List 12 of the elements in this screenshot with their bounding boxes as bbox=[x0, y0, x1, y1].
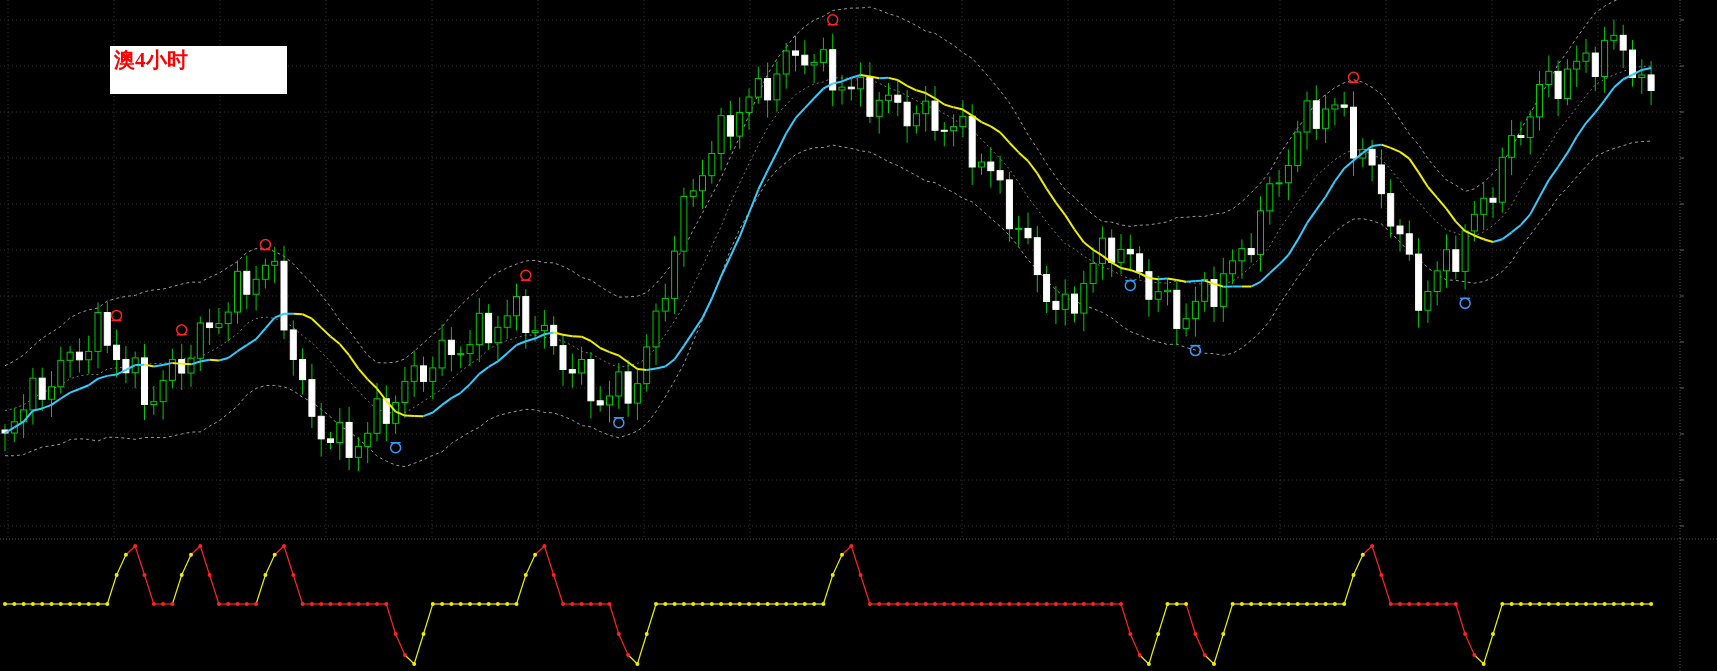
signal-marker-icon bbox=[1459, 297, 1471, 310]
signal-marker-icon bbox=[1124, 279, 1137, 292]
signal-marker-icon bbox=[613, 416, 625, 429]
signal-marker-icon bbox=[110, 309, 123, 322]
signal-marker-icon bbox=[1347, 71, 1360, 84]
signal-marker-icon bbox=[175, 324, 188, 336]
signal-marker-icon bbox=[1189, 344, 1202, 357]
signal-marker-icon bbox=[826, 14, 839, 26]
signal-marker-icon bbox=[259, 238, 272, 251]
signal-marker-icon bbox=[520, 269, 532, 281]
signal-marker-icon bbox=[389, 442, 402, 454]
chart-label: 澳4小时 bbox=[110, 46, 287, 94]
